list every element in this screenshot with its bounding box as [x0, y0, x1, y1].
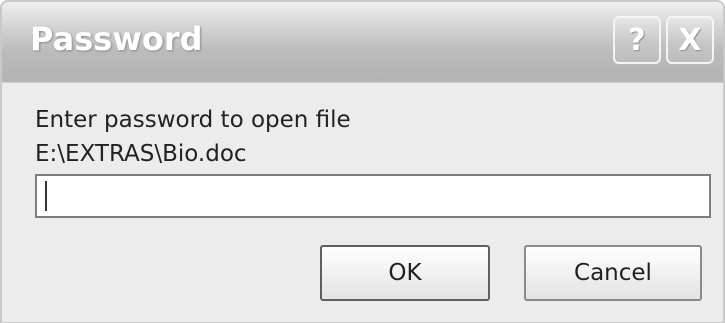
- file-path: E:\EXTRAS\Bio.doc: [35, 141, 247, 167]
- text-caret: [45, 181, 47, 211]
- dialog-body: Enter password to open file E:\EXTRAS\Bi…: [2, 82, 723, 322]
- dialog-title: Password: [30, 20, 203, 58]
- cancel-button[interactable]: Cancel: [524, 245, 702, 301]
- prompt-text: Enter password to open file E:\EXTRAS\Bi…: [35, 103, 351, 171]
- title-bar[interactable]: Password ? X: [2, 2, 723, 82]
- help-icon: ?: [628, 22, 646, 58]
- help-button[interactable]: ?: [613, 16, 661, 64]
- ok-button[interactable]: OK: [320, 245, 490, 301]
- close-icon: X: [678, 22, 702, 58]
- close-button[interactable]: X: [666, 16, 714, 64]
- prompt-line: Enter password to open file: [35, 107, 351, 133]
- password-dialog: Password ? X Enter password to open file…: [0, 0, 725, 323]
- password-input[interactable]: [35, 174, 711, 218]
